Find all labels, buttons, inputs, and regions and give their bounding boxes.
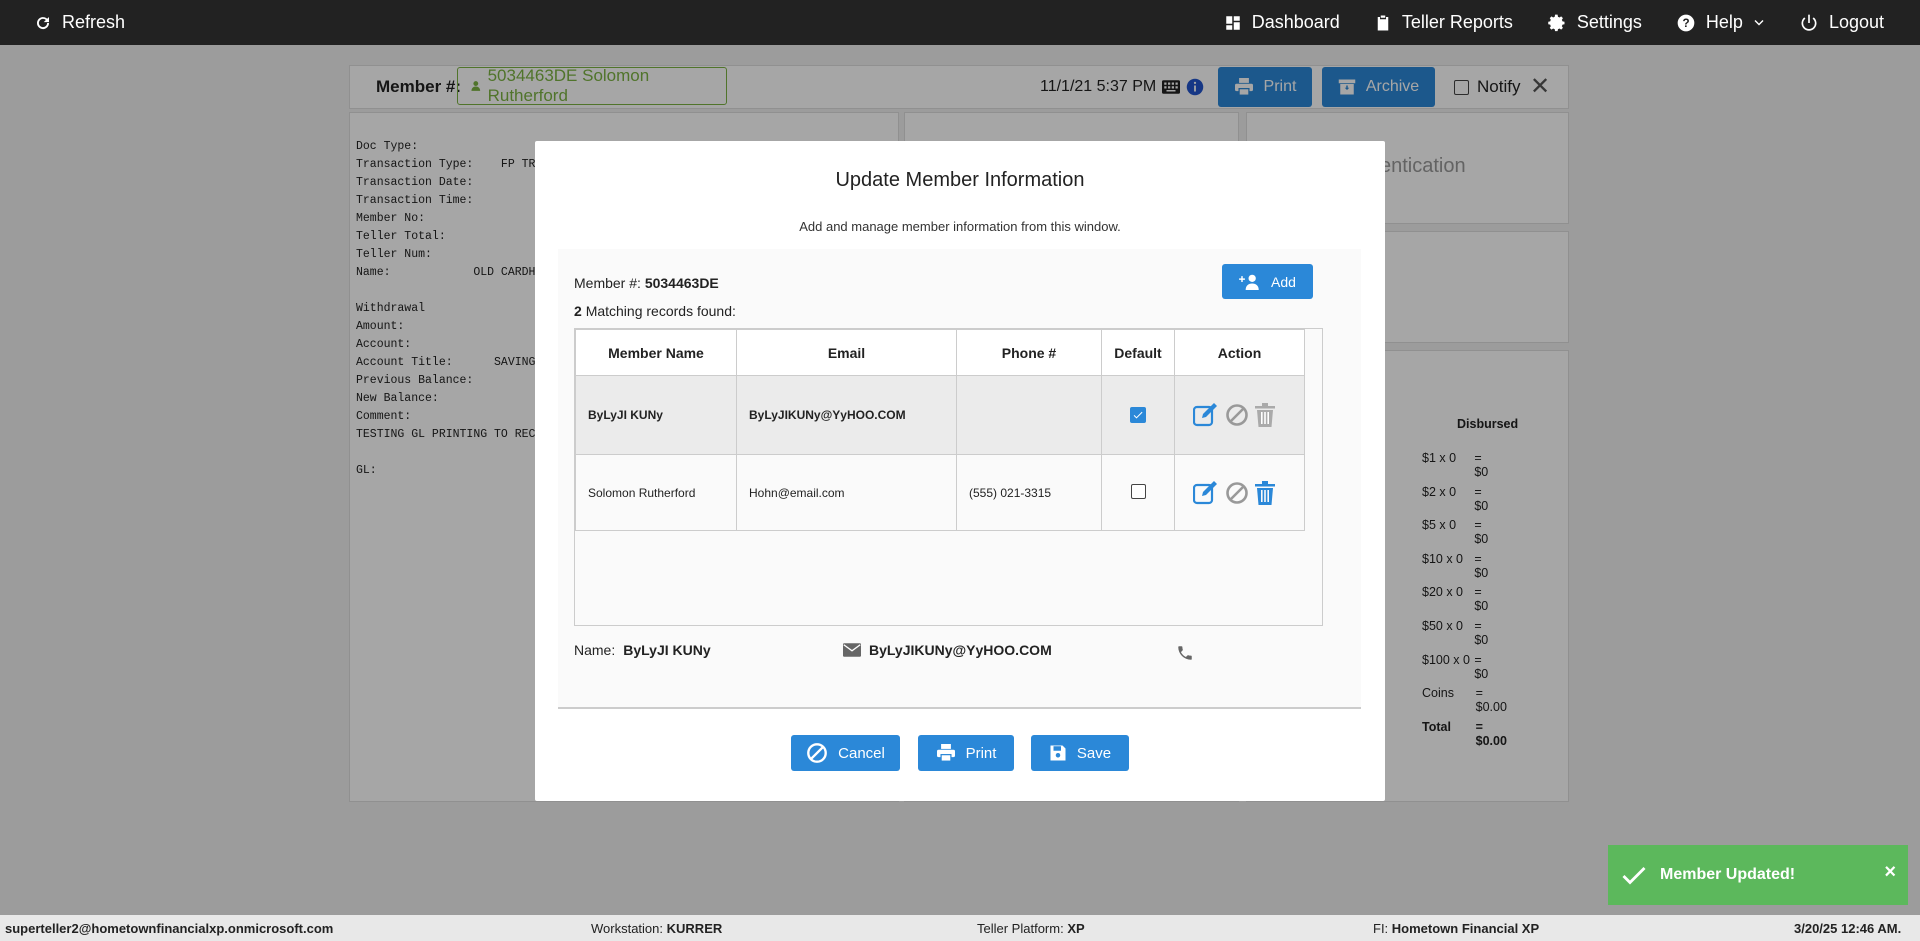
row-phone: (555) 021-3315 [956,454,1102,531]
chevron-down-icon [1754,19,1764,25]
matching-records: 2 Matching records found: [574,303,736,319]
default-checkbox[interactable] [1130,483,1146,499]
check-icon [1622,867,1646,885]
modal-title: Update Member Information [835,169,1085,191]
refresh-label: Refresh [62,12,126,32]
success-toast: Member Updated! × [1608,845,1908,905]
status-platform: Teller Platform: XP [977,921,1085,936]
row-default-cell [1101,454,1175,531]
ban-icon [807,743,828,763]
print-label: Print [965,744,997,762]
row-actions [1174,375,1305,455]
row-email: ByLyJIKUNy@YyHOO.COM [736,375,957,455]
modal-subtitle: Add and manage member information from t… [799,219,1121,234]
cancel-button[interactable]: Cancel [791,735,900,771]
selected-name: Name: ByLyJI KUNy [574,642,711,658]
selected-email-value: ByLyJIKUNy@YyHOO.COM [869,642,1052,658]
print-button[interactable]: Print [918,735,1014,771]
panel-member-value: 5034463DE [644,275,719,291]
nav-teller-reports-label: Teller Reports [1401,12,1513,32]
status-platform-label: Teller Platform: [977,921,1064,936]
nav-settings[interactable]: Settings [1547,12,1642,33]
cancel-label: Cancel [838,744,885,762]
default-checkbox-checked[interactable] [1130,406,1146,423]
ban-icon[interactable] [1225,481,1249,505]
trash-icon[interactable] [1255,403,1275,427]
row-default-cell [1101,375,1175,455]
add-member-label: Add [1271,273,1296,290]
row-actions [1174,454,1305,531]
nav-dashboard[interactable]: Dashboard [1224,12,1340,33]
nav-dashboard-label: Dashboard [1251,12,1340,32]
status-fi-value: Hometown Financial XP [1391,921,1540,936]
printer-icon [936,744,955,762]
save-label: Save [1076,744,1112,762]
selected-name-label: Name: [574,642,616,658]
nav-teller-reports[interactable]: Teller Reports [1374,12,1513,33]
selected-name-value: ByLyJI KUNy [623,642,711,658]
row-name: ByLyJI KUNy [575,375,737,455]
refresh-button[interactable]: Refresh [34,12,125,33]
table-header-row: Member Name Email Phone # Default Action [575,329,1305,376]
edit-icon[interactable] [1193,403,1219,427]
member-panel: Member #: 5034463DE 2 Matching records f… [558,249,1361,709]
col-phone: Phone # [956,329,1102,376]
col-action: Action [1174,329,1305,376]
selected-email: ByLyJIKUNy@YyHOO.COM [843,642,1052,658]
toast-close-icon[interactable]: × [1884,861,1896,884]
nav-settings-label: Settings [1576,12,1642,32]
status-bar: superteller2@hometownfinancialxp.onmicro… [0,915,1920,941]
save-button[interactable]: Save [1031,735,1129,771]
svg-text:?: ? [1682,17,1689,30]
question-circle-icon: ? [1677,14,1695,31]
panel-member-number: Member #: 5034463DE [574,275,719,291]
floppy-disk-icon [1050,745,1066,761]
status-datetime: 3/20/25 12:46 AM. [1794,921,1902,936]
nav-logout-label: Logout [1828,12,1884,32]
status-workstation: Workstation: KURRER [591,921,722,936]
top-nav: Refresh Dashboard Teller Reports Setting… [0,0,1920,45]
add-member-button[interactable]: Add [1222,264,1313,299]
col-member-name: Member Name [575,329,737,376]
matching-text: Matching records found: [585,303,736,319]
phone-icon [1178,646,1192,660]
refresh-icon [37,16,50,29]
status-fi-label: FI: [1373,921,1389,936]
members-table-box: Member Name Email Phone # Default Action… [574,328,1323,626]
power-icon [1801,14,1817,31]
toast-message: Member Updated! [1660,866,1796,883]
table-row[interactable]: ByLyJI KUNy ByLyJIKUNy@YyHOO.COM [575,375,1305,455]
dashboard-icon [1226,15,1240,30]
status-platform-value: XP [1067,921,1085,936]
nav-logout[interactable]: Logout [1799,12,1884,33]
status-workstation-value: KURRER [666,921,723,936]
check-icon [1133,411,1143,418]
table-row[interactable]: Solomon Rutherford Hohn@email.com (555) … [575,454,1305,531]
col-default: Default [1101,329,1175,376]
edit-icon[interactable] [1193,480,1219,505]
status-workstation-label: Workstation: [591,921,664,936]
matching-count: 2 [574,303,582,319]
envelope-icon [843,643,861,657]
row-email: Hohn@email.com [736,454,957,531]
gear-icon [1548,14,1565,31]
update-member-modal: Update Member Information Add and manage… [535,141,1385,801]
status-user: superteller2@hometownfinancialxp.onmicro… [5,921,334,936]
status-fi: FI: Hometown Financial XP [1373,921,1539,936]
user-plus-icon [1239,274,1259,290]
panel-member-label: Member #: [574,275,641,291]
nav-help[interactable]: ? Help [1676,12,1765,33]
nav-help-label: Help [1705,12,1743,32]
ban-icon[interactable] [1225,403,1249,427]
clipboard-icon [1377,15,1389,30]
row-phone [956,375,1102,455]
col-email: Email [736,329,957,376]
members-table: Member Name Email Phone # Default Action… [575,329,1305,531]
row-name: Solomon Rutherford [575,454,737,531]
trash-icon[interactable] [1255,480,1275,505]
